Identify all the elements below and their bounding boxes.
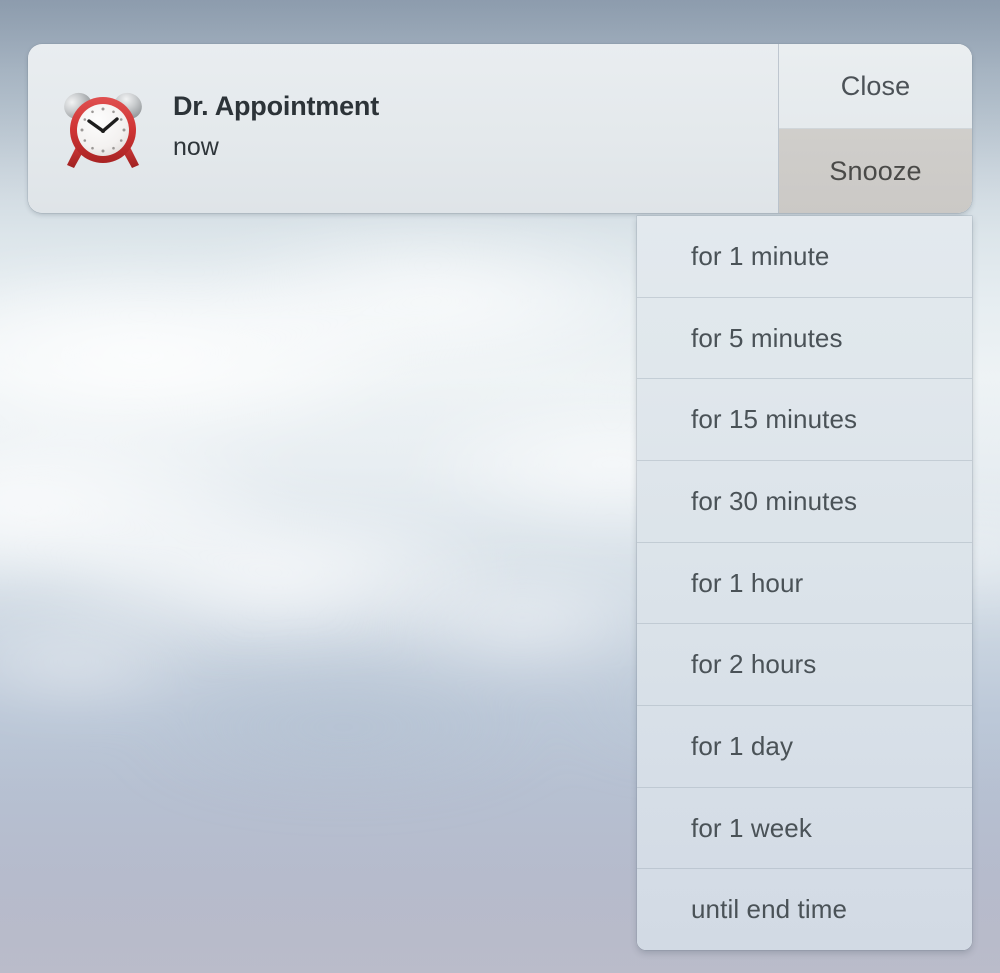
alarm-clock-icon xyxy=(55,81,151,177)
notification-banner[interactable]: Dr. Appointment now Close Snooze xyxy=(28,44,972,213)
menu-item-snooze-1-day[interactable]: for 1 day xyxy=(637,706,972,788)
notification-actions: Close Snooze xyxy=(779,44,972,213)
menu-item-snooze-until-end-time[interactable]: until end time xyxy=(637,869,972,950)
snooze-button[interactable]: Snooze xyxy=(779,129,972,213)
menu-item-snooze-30-minutes[interactable]: for 30 minutes xyxy=(637,461,972,543)
notification-title: Dr. Appointment xyxy=(173,91,379,121)
menu-item-snooze-5-minutes[interactable]: for 5 minutes xyxy=(637,297,972,380)
notification-content[interactable]: Dr. Appointment now xyxy=(28,44,779,213)
menu-item-snooze-1-week[interactable]: for 1 week xyxy=(637,787,972,870)
close-button[interactable]: Close xyxy=(779,44,972,129)
notification-timestamp: now xyxy=(173,133,219,161)
menu-item-snooze-15-minutes[interactable]: for 15 minutes xyxy=(637,379,972,462)
snooze-dropdown-menu[interactable]: for 1 minute for 5 minutes for 15 minute… xyxy=(637,216,972,950)
notification-text-block: Dr. Appointment now xyxy=(173,93,379,164)
menu-item-snooze-1-minute[interactable]: for 1 minute xyxy=(637,216,972,298)
menu-item-snooze-2-hours[interactable]: for 2 hours xyxy=(637,624,972,707)
menu-item-snooze-1-hour[interactable]: for 1 hour xyxy=(637,542,972,625)
